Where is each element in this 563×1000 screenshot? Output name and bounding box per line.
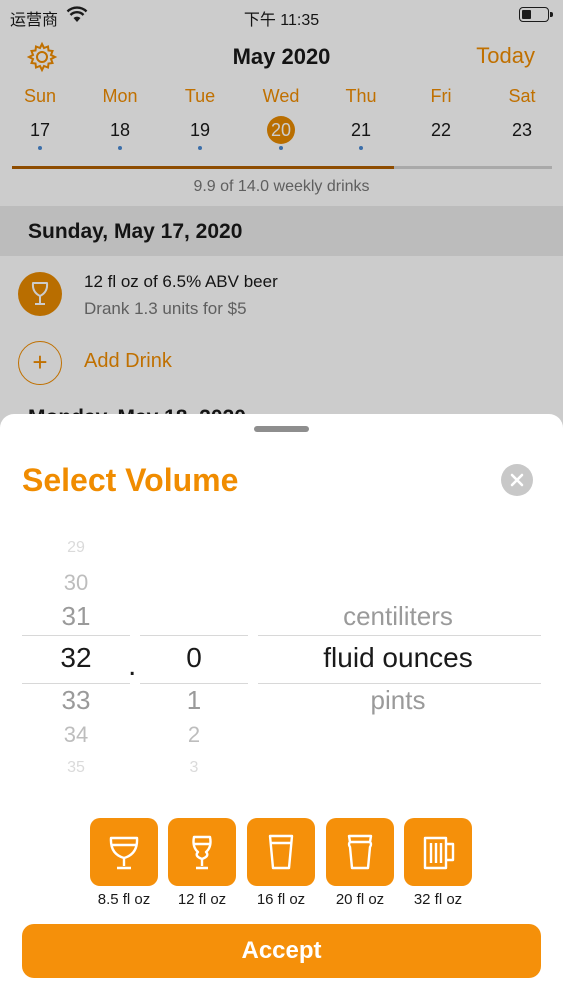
select-volume-sheet: Select Volume . 29 30 31 32 33 34 35 0 1 2 3 centil… [0,414,563,1000]
nonic-pint-icon [347,834,373,870]
picker-selection-line [22,635,130,636]
preset-volumes: 8.5 fl oz 12 fl oz 16 fl oz 20 fl oz 32 fl o… [0,818,563,918]
preset-tile[interactable] [90,818,158,886]
preset-label: 8.5 fl oz [97,891,151,908]
preset-tulip-glass[interactable]: 12 fl oz [168,818,236,908]
picker-option[interactable]: fluid ounces [263,642,533,674]
picker-option[interactable]: 0 [144,642,244,674]
picker-selection-line [258,683,541,684]
picker-selection-line [258,635,541,636]
preset-nonic-pint[interactable]: 20 fl oz [326,818,394,908]
preset-tile[interactable] [404,818,472,886]
tulip-glass-icon [192,835,212,870]
picker-option[interactable]: 30 [26,570,126,596]
picker-option[interactable]: 2 [144,722,244,748]
sheet-grabber[interactable] [254,426,309,432]
picker-option[interactable]: 1 [144,685,244,716]
preset-label: 32 fl oz [413,891,463,908]
picker-selection-line [140,683,248,684]
picker-option[interactable]: centiliters [263,601,533,632]
picker-option[interactable]: 33 [26,685,126,716]
accept-button[interactable]: Accept [22,924,541,978]
close-icon [510,473,524,487]
picker-option[interactable]: 29 [26,539,126,557]
preset-tile[interactable] [168,818,236,886]
preset-pint-glass[interactable]: 16 fl oz [247,818,315,908]
preset-beer-mug[interactable]: 32 fl oz [404,818,472,908]
preset-label: 20 fl oz [335,891,385,908]
picker-option[interactable]: pints [263,685,533,716]
picker-option[interactable]: 32 [26,642,126,674]
picker-selection-line [22,683,130,684]
close-button[interactable] [501,464,533,496]
pint-glass-icon [268,834,294,870]
volume-picker[interactable]: . 29 30 31 32 33 34 35 0 1 2 3 centiliters fluid oun… [0,534,563,784]
sheet-title: Select Volume [22,462,239,498]
picker-option[interactable]: 35 [26,759,126,777]
picker-selection-line [140,635,248,636]
preset-wine-glass[interactable]: 8.5 fl oz [90,818,158,908]
preset-tile[interactable] [326,818,394,886]
wine-glass-icon [109,836,139,870]
picker-option[interactable]: 31 [26,601,126,632]
preset-label: 12 fl oz [177,891,227,908]
picker-option[interactable]: 3 [144,759,244,777]
picker-decimal-separator: . [128,649,137,682]
picker-option[interactable]: 34 [26,722,126,748]
preset-label: 16 fl oz [256,891,306,908]
beer-mug-icon [423,836,455,870]
preset-tile[interactable] [247,818,315,886]
